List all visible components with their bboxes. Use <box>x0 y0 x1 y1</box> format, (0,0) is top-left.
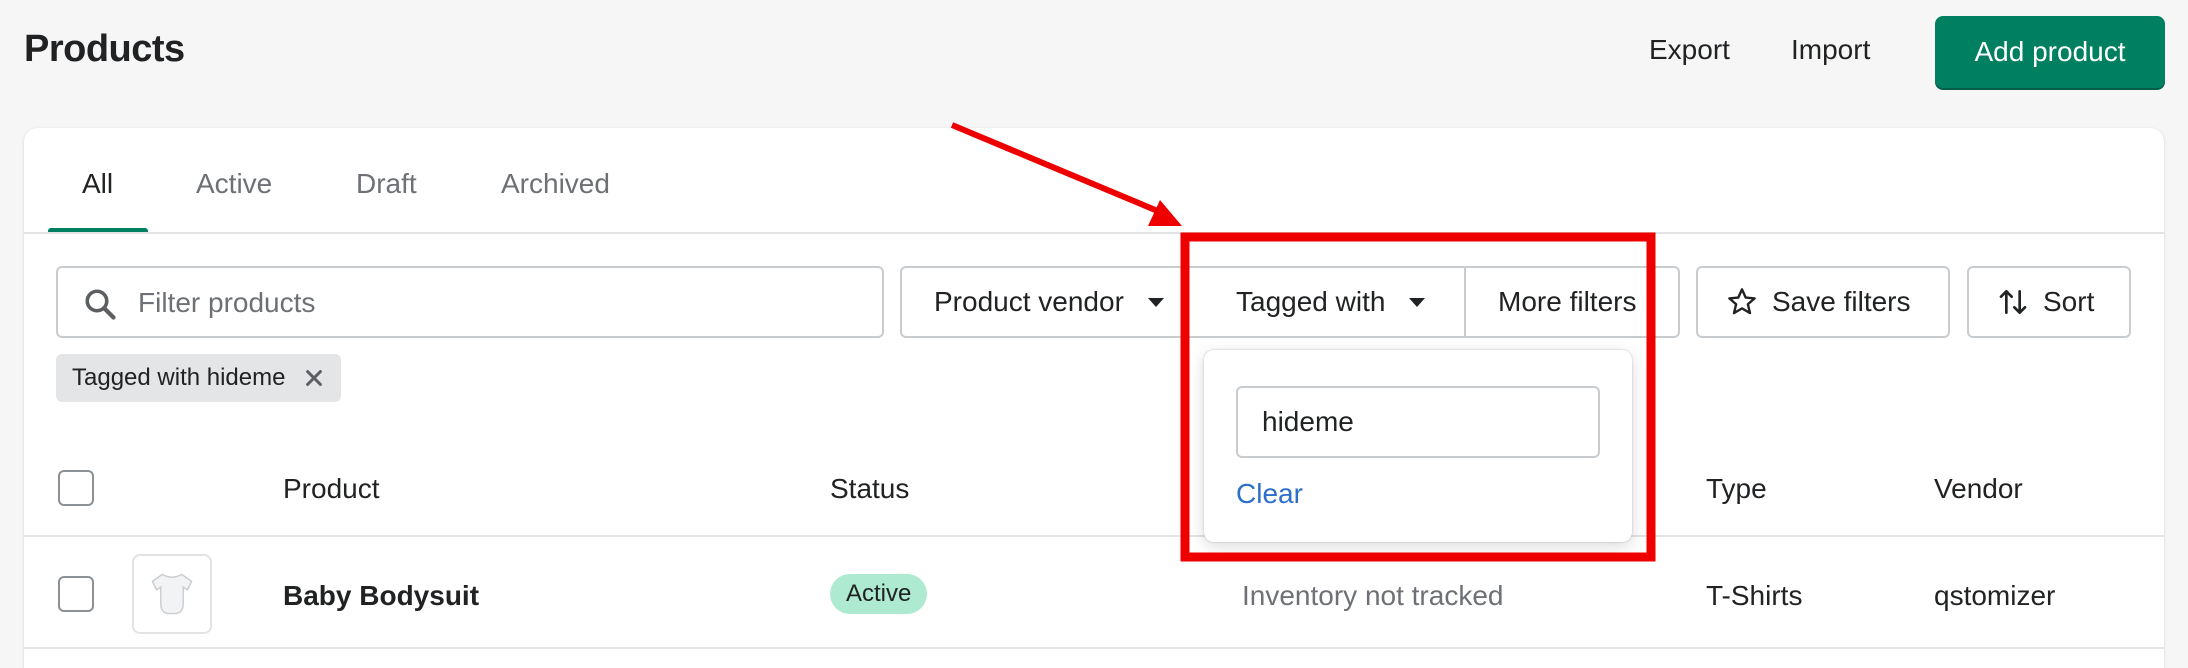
column-header-vendor[interactable]: Vendor <box>1934 473 2023 505</box>
vendor-cell: qstomizer <box>1934 580 2056 611</box>
sort-label: Sort <box>2043 286 2095 317</box>
tabs-divider <box>24 232 2164 234</box>
tab-all[interactable]: All <box>82 168 113 200</box>
row-divider <box>24 647 2164 649</box>
applied-filter-label: Tagged with hideme <box>72 364 286 391</box>
products-card: All Active Draft Archived Product vendor… <box>24 128 2164 668</box>
save-filters-button[interactable]: Save filters <box>1696 266 1950 338</box>
product-vendor-filter-button[interactable]: Product vendor <box>900 266 1230 338</box>
filter-products-input[interactable] <box>138 284 858 322</box>
export-button[interactable]: Export <box>1649 34 1730 66</box>
column-header-type[interactable]: Type <box>1706 473 1767 505</box>
row-checkbox[interactable] <box>58 576 94 612</box>
column-header-product[interactable]: Product <box>283 473 380 505</box>
caret-down-icon <box>1147 297 1164 307</box>
star-icon <box>1726 286 1758 318</box>
tab-active[interactable]: Active <box>196 168 272 200</box>
sort-arrows-icon <box>1997 286 2029 318</box>
more-filters-button[interactable]: More filters <box>1464 266 1680 338</box>
product-name[interactable]: Baby Bodysuit <box>283 580 479 612</box>
search-icon <box>82 286 118 327</box>
select-all-checkbox[interactable] <box>58 470 94 506</box>
inventory-cell: Inventory not tracked <box>1242 580 1504 611</box>
save-filters-label: Save filters <box>1772 286 1911 317</box>
applied-filter-tag: Tagged with hideme <box>56 354 342 402</box>
tagged-with-label: Tagged with <box>1236 286 1386 317</box>
sort-button[interactable]: Sort <box>1967 266 2131 338</box>
tagged-with-filter-button[interactable]: Tagged with <box>1204 266 1466 338</box>
product-vendor-label: Product vendor <box>934 286 1124 317</box>
filter-search-box[interactable] <box>56 266 884 338</box>
more-filters-label: More filters <box>1498 286 1637 317</box>
import-button[interactable]: Import <box>1791 34 1870 66</box>
status-badge: Active <box>830 574 928 614</box>
caret-down-icon <box>1409 297 1426 307</box>
tab-draft[interactable]: Draft <box>356 168 417 200</box>
clear-tag-filter-link[interactable]: Clear <box>1236 478 1303 510</box>
header-divider <box>24 535 2164 537</box>
bodysuit-image <box>151 573 193 615</box>
type-cell: T-Shirts <box>1706 580 1803 611</box>
close-icon[interactable] <box>303 367 325 389</box>
tab-archived[interactable]: Archived <box>501 168 610 200</box>
product-thumbnail[interactable] <box>132 554 212 634</box>
tagged-with-popover: Clear <box>1204 350 1632 542</box>
page-title: Products <box>24 28 185 70</box>
tag-filter-input[interactable] <box>1236 386 1600 458</box>
add-product-button[interactable]: Add product <box>1935 16 2165 88</box>
column-header-status[interactable]: Status <box>830 473 909 505</box>
